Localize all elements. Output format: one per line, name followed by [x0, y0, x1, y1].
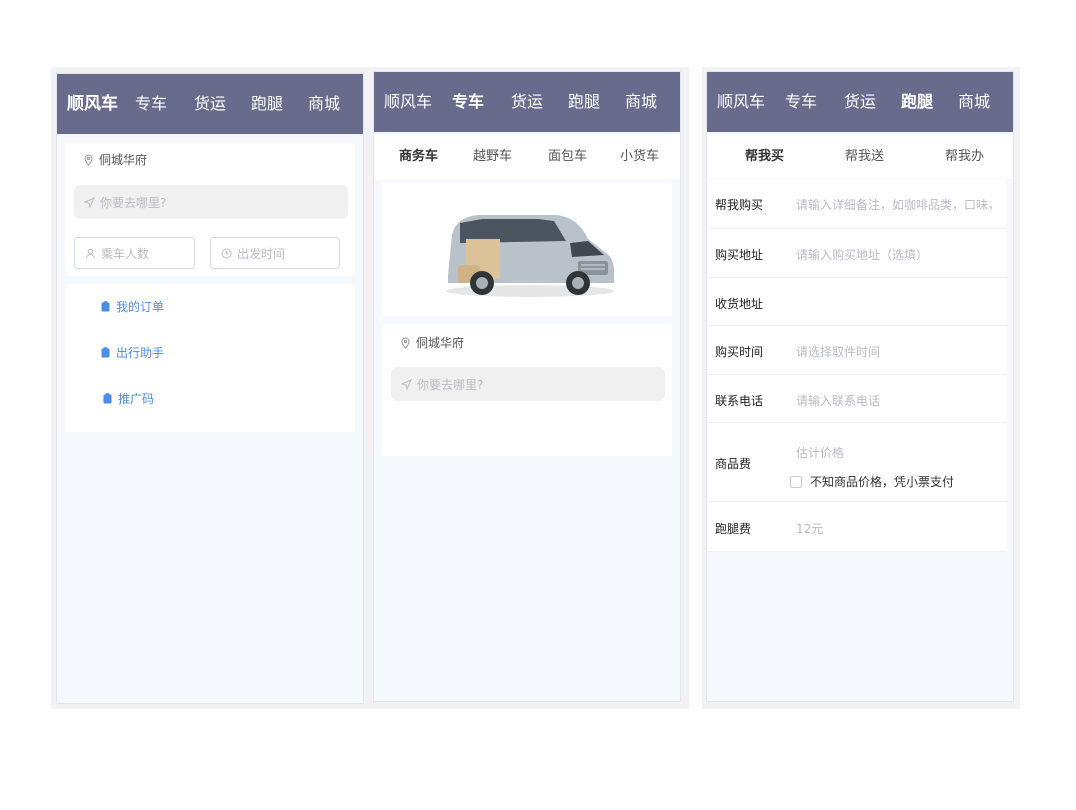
subtab-do-for-me[interactable]: 帮我办 — [945, 135, 984, 179]
tab-errand[interactable]: 跑腿 — [568, 72, 600, 132]
tab-private-car[interactable]: 专车 — [135, 74, 167, 134]
panel-carpool: 顺风车 专车 货运 跑腿 商城 侗城华府 你要去哪里? 乘车人数 出发时间 我的… — [56, 73, 364, 704]
passengers-input[interactable]: 乘车人数 — [74, 237, 195, 269]
form-row-time: 购买时间 请选择取件时间 — [707, 326, 1007, 375]
navigation-arrow-icon — [401, 378, 412, 390]
vehicle-image-card — [382, 183, 672, 316]
tab-freight[interactable]: 货运 — [194, 74, 226, 134]
menu-label: 我的订单 — [116, 300, 165, 314]
person-icon — [86, 248, 95, 259]
menu-my-orders[interactable]: 我的订单 — [101, 298, 164, 315]
destination-placeholder: 你要去哪里? — [100, 195, 167, 210]
tab-carpool[interactable]: 顺风车 — [67, 74, 118, 134]
tab-carpool[interactable]: 顺风车 — [717, 72, 765, 132]
form-row-errand-fee: 跑腿费 12元 — [707, 502, 1007, 552]
form-row-buy-address: 购买地址 请输入购买地址（选填） — [707, 229, 1007, 278]
phone-label: 联系电话 — [715, 394, 764, 408]
tab-carpool[interactable]: 顺风车 — [384, 72, 432, 132]
subtab-small-truck[interactable]: 小货车 — [620, 135, 659, 179]
unknown-price-text: 不知商品价格，凭小票支付 — [810, 475, 955, 489]
form-row-goods-fee: 商品费 估计价格 不知商品价格，凭小票支付 — [707, 423, 1007, 502]
subtab-buy-for-me[interactable]: 帮我买 — [745, 135, 784, 179]
location-pin-icon — [401, 336, 410, 349]
panel-private-car: 顺风车 专车 货运 跑腿 商城 商务车 越野车 面包车 小货车 侗城华府 你要去… — [373, 71, 681, 702]
unknown-price-checkbox[interactable] — [790, 475, 802, 488]
location-text: 侗城华府 — [416, 336, 465, 350]
clipboard-icon — [103, 393, 112, 404]
destination-input[interactable]: 你要去哪里? — [391, 367, 665, 401]
tab-mall[interactable]: 商城 — [958, 72, 990, 132]
item-input[interactable]: 请输入详细备注，如咖啡品类，口味， — [796, 196, 1000, 213]
errand-form: 帮我购买 请输入详细备注，如咖啡品类，口味， 购买地址 请输入购买地址（选填） … — [707, 180, 1007, 552]
tab-mall[interactable]: 商城 — [308, 74, 340, 134]
errand-type-tabs: 帮我买 帮我送 帮我办 — [707, 135, 1013, 179]
tab-private-car[interactable]: 专车 — [452, 72, 484, 132]
tab-errand[interactable]: 跑腿 — [251, 74, 283, 134]
vehicle-type-tabs: 商务车 越野车 面包车 小货车 — [374, 135, 680, 179]
subtab-deliver-for-me[interactable]: 帮我送 — [845, 135, 884, 179]
menu-label: 推广码 — [118, 392, 155, 406]
phone-input[interactable]: 请输入联系电话 — [796, 392, 880, 409]
goods-fee-label: 商品费 — [715, 457, 752, 471]
current-location[interactable]: 侗城华府 — [83, 151, 147, 168]
top-nav: 顺风车 专车 货运 跑腿 商城 — [374, 72, 680, 132]
ride-card: 侗城华府 你要去哪里? 乘车人数 出发时间 — [65, 143, 355, 276]
form-row-item: 帮我购买 请输入详细备注，如咖啡品类，口味， — [707, 180, 1007, 229]
subtab-suv[interactable]: 越野车 — [473, 135, 512, 179]
errand-fee-label: 跑腿费 — [715, 522, 752, 536]
menu-label: 出行助手 — [116, 346, 165, 360]
destination-placeholder: 你要去哪里? — [417, 377, 484, 392]
buy-address-input[interactable]: 请输入购买地址（选填） — [796, 246, 928, 263]
errand-fee-value: 12元 — [796, 522, 824, 536]
destination-input[interactable]: 你要去哪里? — [74, 185, 348, 219]
departure-time-input[interactable]: 出发时间 — [210, 237, 340, 269]
passengers-placeholder: 乘车人数 — [101, 246, 150, 261]
top-nav: 顺风车 专车 货运 跑腿 商城 — [707, 72, 1013, 132]
goods-fee-input[interactable]: 估计价格 — [796, 444, 844, 461]
panel-errand: 顺风车 专车 货运 跑腿 商城 帮我买 帮我送 帮我办 帮我购买 请输入详细备注… — [706, 71, 1014, 702]
departure-placeholder: 出发时间 — [237, 246, 286, 261]
location-text: 侗城华府 — [99, 153, 148, 167]
tab-freight[interactable]: 货运 — [844, 72, 876, 132]
clock-icon — [221, 248, 232, 258]
clipboard-icon — [101, 347, 110, 358]
menu-promo-code[interactable]: 推广码 — [103, 390, 154, 407]
subtab-business[interactable]: 商务车 — [399, 135, 438, 179]
tab-freight[interactable]: 货运 — [511, 72, 543, 132]
form-row-receive-address[interactable]: 收货地址 — [707, 278, 1007, 326]
current-location[interactable]: 侗城华府 — [400, 334, 464, 351]
tab-mall[interactable]: 商城 — [625, 72, 657, 132]
menu-travel-assistant[interactable]: 出行助手 — [101, 344, 164, 361]
time-label: 购买时间 — [715, 345, 764, 359]
tab-private-car[interactable]: 专车 — [785, 72, 817, 132]
unknown-price-option[interactable]: 不知商品价格，凭小票支付 — [790, 473, 954, 490]
subtab-minibus[interactable]: 面包车 — [548, 135, 587, 179]
top-nav: 顺风车 专车 货运 跑腿 商城 — [57, 74, 363, 134]
buy-address-label: 购买地址 — [715, 248, 764, 262]
van-image — [446, 215, 614, 297]
item-label: 帮我购买 — [715, 198, 764, 212]
receive-address-label: 收货地址 — [715, 297, 764, 311]
menu-card: 我的订单 出行助手 推广码 — [65, 284, 355, 432]
form-row-phone: 联系电话 请输入联系电话 — [707, 375, 1007, 423]
time-picker[interactable]: 请选择取件时间 — [796, 343, 880, 360]
destination-card: 侗城华府 你要去哪里? — [382, 324, 672, 456]
navigation-arrow-icon — [84, 196, 95, 208]
clipboard-icon — [101, 301, 110, 312]
location-pin-icon — [84, 153, 93, 166]
tab-errand[interactable]: 跑腿 — [901, 72, 933, 132]
